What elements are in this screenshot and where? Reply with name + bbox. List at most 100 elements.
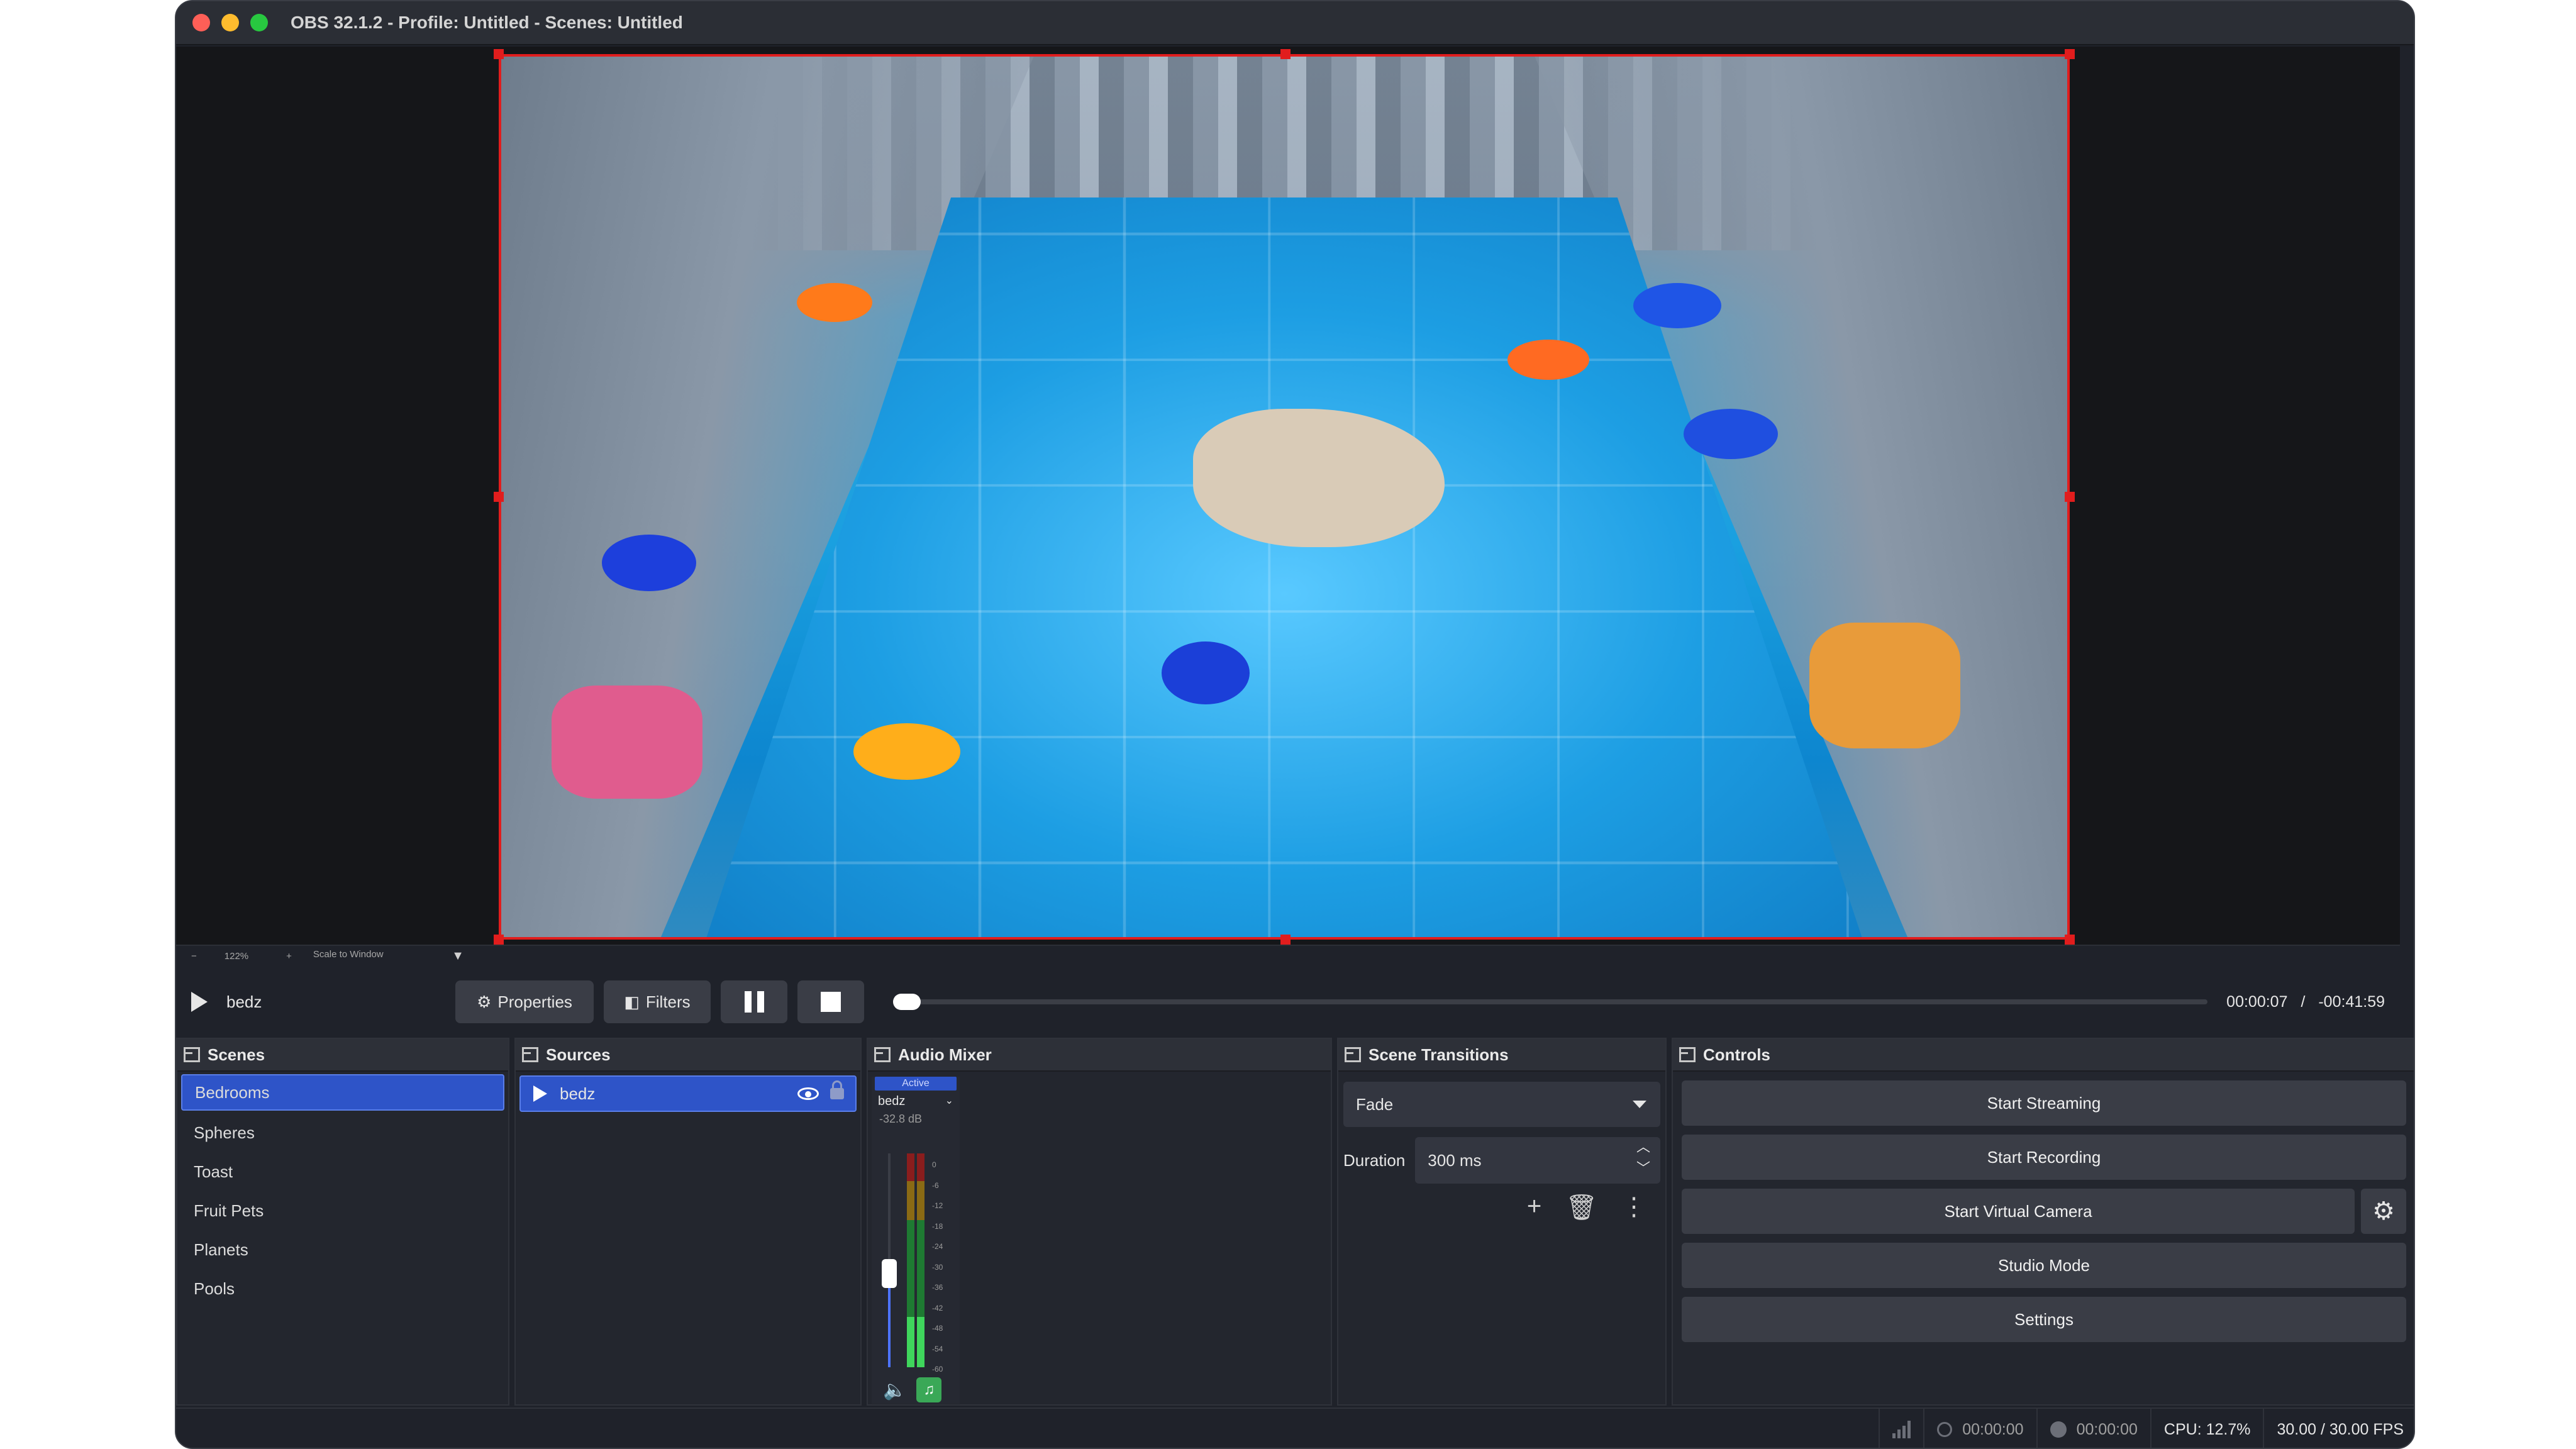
maximize-window-button[interactable] [250,14,268,31]
meter-tick-label: -6 [932,1180,939,1190]
resize-handle-top-right[interactable] [2065,49,2075,59]
chevron-up-icon[interactable]: ︿ [1636,1140,1650,1154]
controls-title: Controls [1703,1045,1770,1064]
scene-transitions-dock: Scene Transitions Fade Duration 300 ms ︿… [1337,1038,1667,1406]
start-streaming-button[interactable]: Start Streaming [1682,1080,2406,1126]
signal-icon [1892,1421,1911,1438]
mixer-channel-bedz: Active bedz ⌄ -32.8 dB 0 -6 -12 -18 -24 -30 -3… [872,1077,960,1404]
lock-icon[interactable] [830,1080,844,1099]
meter-tick-label: -36 [932,1283,943,1292]
studio-mode-button[interactable]: Studio Mode [1682,1243,2406,1288]
preview-area[interactable] [176,47,2400,945]
meter-tick-label: -54 [932,1344,943,1353]
transition-toolbar: + 🗑 ⋮ [1338,1192,1646,1222]
scene-item-bedrooms[interactable]: Bedrooms [181,1074,504,1111]
minimize-window-button[interactable] [221,14,239,31]
remaining-time: -00:41:59 [2318,992,2385,1011]
preview-fish [797,283,872,322]
resize-handle-top-left[interactable] [494,49,504,59]
stop-button[interactable] [797,980,864,1023]
seek-slider[interactable] [893,994,2208,1010]
media-source-name: bedz [191,992,455,1012]
scene-item-spheres[interactable]: Spheres [177,1113,508,1152]
meter-tick-label: -60 [932,1365,943,1374]
audio-mixer-dock-header[interactable]: Audio Mixer [868,1039,1331,1072]
start-virtual-camera-button[interactable]: Start Virtual Camera [1682,1189,2355,1234]
pause-button[interactable] [721,980,787,1023]
scene-item-pools[interactable]: Pools [177,1269,508,1308]
volume-fader-fill [888,1278,891,1367]
scale-mode-label: Scale to Window [313,948,384,960]
scenes-dock-header[interactable]: Scenes [177,1039,508,1072]
transition-type-dropdown[interactable]: Fade [1343,1082,1660,1127]
zoom-in-button[interactable]: + [286,951,292,962]
preview-fish [1507,340,1589,380]
preview-coral [1809,623,1960,748]
seek-handle[interactable] [893,994,921,1010]
chevron-down-icon: ⌄ [945,1096,953,1106]
dock-icon [1679,1047,1696,1062]
scale-mode-dropdown[interactable]: Scale to Window ▼ [313,949,464,963]
preview-fish [1684,409,1778,459]
resize-handle-right[interactable] [2065,492,2075,502]
resize-handle-left[interactable] [494,492,504,502]
duration-label: Duration [1343,1150,1406,1170]
source-name: bedz [560,1084,596,1103]
source-item-bedz[interactable]: bedz [519,1075,857,1112]
zoom-level: 122% [224,950,249,962]
resize-handle-top[interactable] [1280,49,1291,59]
elapsed-time: 00:00:07 [2226,992,2288,1011]
gear-icon: ⚙ [477,992,492,1011]
channel-name-dropdown[interactable]: bedz ⌄ [872,1091,960,1113]
dock-icon [184,1047,200,1062]
scene-item-toast[interactable]: Toast [177,1152,508,1191]
filters-button[interactable]: ◧ Filters [604,980,711,1023]
record-time: 00:00:00 [2076,1420,2138,1438]
stream-time: 00:00:00 [1962,1420,2024,1438]
volume-db-label: -32.8 dB [879,1113,923,1125]
more-vertical-icon[interactable]: ⋮ [1621,1192,1646,1222]
record-icon [2050,1421,2067,1438]
start-recording-button[interactable]: Start Recording [1682,1135,2406,1180]
meter-tick-label: -42 [932,1303,943,1313]
meter-tick-label: -24 [932,1242,943,1251]
preview-source-bedz[interactable] [499,54,2070,940]
properties-button[interactable]: ⚙ Properties [455,980,594,1023]
preview-fish [1633,283,1721,328]
controls-dock-header[interactable]: Controls [1673,1039,2414,1072]
trash-icon[interactable]: 🗑 [1565,1192,1597,1222]
play-icon [191,992,208,1012]
scene-item-planets[interactable]: Planets [177,1230,508,1269]
volume-fader-handle[interactable] [882,1259,897,1288]
duration-stepper[interactable]: ︿ ﹀ [1636,1140,1650,1175]
title-bar[interactable]: OBS 32.1.2 - Profile: Untitled - Scenes:… [176,1,2414,45]
scene-item-fruit-pets[interactable]: Fruit Pets [177,1191,508,1230]
sources-dock-header[interactable]: Sources [516,1039,860,1072]
settings-button[interactable]: Settings [1682,1297,2406,1342]
headphones-icon[interactable]: ♫ [916,1377,942,1402]
chevron-down-icon[interactable]: ﹀ [1636,1162,1650,1175]
duration-spinbox[interactable]: 300 ms ︿ ﹀ [1415,1137,1660,1184]
media-controls: bedz ⚙ Properties ◧ Filters 00:00:07 / -… [176,967,2400,1036]
meter-red [917,1153,924,1181]
volume-meter [907,1153,924,1367]
visibility-eye-icon[interactable] [797,1087,819,1100]
speaker-icon[interactable]: 🔈 [883,1379,906,1401]
zoom-out-button[interactable]: − [191,951,197,962]
resize-handle-bottom-left[interactable] [494,935,504,945]
virtual-camera-row: Start Virtual Camera ⚙ [1682,1189,2406,1234]
add-icon[interactable]: + [1527,1192,1541,1222]
close-window-button[interactable] [192,14,210,31]
audio-mixer-dock: Audio Mixer Active bedz ⌄ -32.8 dB 0 -6 … [867,1038,1332,1406]
resize-handle-bottom[interactable] [1280,935,1291,945]
scene-transitions-dock-header[interactable]: Scene Transitions [1338,1039,1665,1072]
resize-handle-bottom-right[interactable] [2065,935,2075,945]
meter-level [917,1317,924,1367]
scenes-title: Scenes [208,1045,265,1064]
media-timecode: 00:00:07 / -00:41:59 [2226,993,2385,1011]
preview-fish [1162,641,1250,704]
virtual-camera-settings-button[interactable]: ⚙ [2361,1189,2406,1234]
sources-title: Sources [546,1045,611,1064]
status-bar: 00:00:00 00:00:00 CPU: 12.7% 30.00 / 30.… [176,1407,2414,1448]
scene-list: Bedrooms Spheres Toast Fruit Pets Planets Poo… [177,1074,508,1308]
